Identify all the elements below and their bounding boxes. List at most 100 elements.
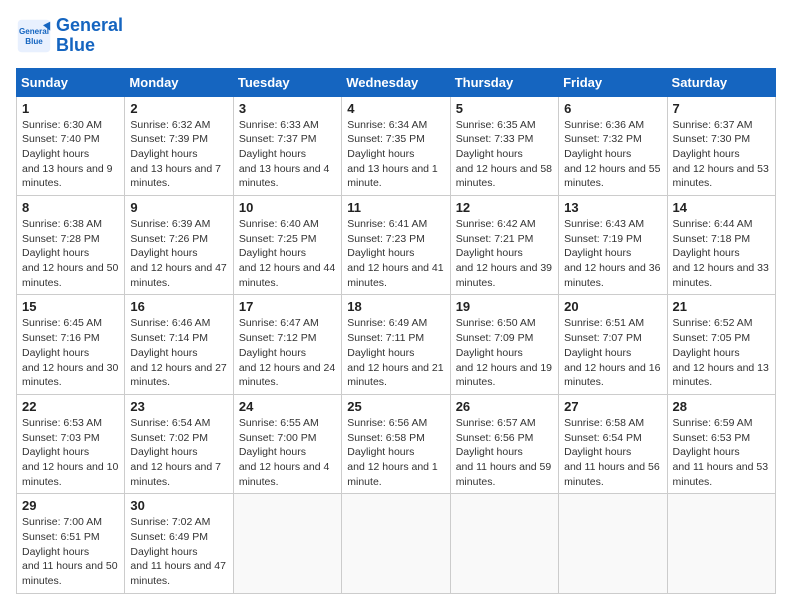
- day-detail: Sunrise: 6:40 AMSunset: 7:25 PMDaylight …: [239, 217, 336, 290]
- day-detail: Sunrise: 6:44 AMSunset: 7:18 PMDaylight …: [673, 217, 770, 290]
- calendar-cell: [450, 494, 558, 593]
- day-number: 16: [130, 299, 227, 314]
- day-detail: Sunrise: 6:52 AMSunset: 7:05 PMDaylight …: [673, 316, 770, 389]
- logo-text-line2: Blue: [56, 36, 123, 56]
- logo-icon: General Blue: [16, 18, 52, 54]
- day-number: 24: [239, 399, 336, 414]
- calendar-cell: 2 Sunrise: 6:32 AMSunset: 7:39 PMDayligh…: [125, 96, 233, 195]
- day-detail: Sunrise: 6:37 AMSunset: 7:30 PMDaylight …: [673, 118, 770, 191]
- day-number: 12: [456, 200, 553, 215]
- day-detail: Sunrise: 6:55 AMSunset: 7:00 PMDaylight …: [239, 416, 336, 489]
- day-number: 30: [130, 498, 227, 513]
- page-header: General Blue General Blue: [16, 16, 776, 56]
- day-detail: Sunrise: 6:49 AMSunset: 7:11 PMDaylight …: [347, 316, 444, 389]
- calendar-cell: [559, 494, 667, 593]
- day-detail: Sunrise: 6:41 AMSunset: 7:23 PMDaylight …: [347, 217, 444, 290]
- day-number: 7: [673, 101, 770, 116]
- day-detail: Sunrise: 6:50 AMSunset: 7:09 PMDaylight …: [456, 316, 553, 389]
- day-number: 5: [456, 101, 553, 116]
- day-number: 20: [564, 299, 661, 314]
- day-detail: Sunrise: 6:38 AMSunset: 7:28 PMDaylight …: [22, 217, 119, 290]
- day-detail: Sunrise: 6:45 AMSunset: 7:16 PMDaylight …: [22, 316, 119, 389]
- day-number: 25: [347, 399, 444, 414]
- day-number: 10: [239, 200, 336, 215]
- day-detail: Sunrise: 6:53 AMSunset: 7:03 PMDaylight …: [22, 416, 119, 489]
- svg-text:Blue: Blue: [25, 37, 43, 46]
- day-number: 15: [22, 299, 119, 314]
- calendar-cell: 10 Sunrise: 6:40 AMSunset: 7:25 PMDaylig…: [233, 196, 341, 295]
- day-detail: Sunrise: 6:32 AMSunset: 7:39 PMDaylight …: [130, 118, 227, 191]
- day-detail: Sunrise: 6:42 AMSunset: 7:21 PMDaylight …: [456, 217, 553, 290]
- day-number: 28: [673, 399, 770, 414]
- calendar-cell: 6 Sunrise: 6:36 AMSunset: 7:32 PMDayligh…: [559, 96, 667, 195]
- day-number: 27: [564, 399, 661, 414]
- day-detail: Sunrise: 6:57 AMSunset: 6:56 PMDaylight …: [456, 416, 553, 489]
- day-detail: Sunrise: 7:02 AMSunset: 6:49 PMDaylight …: [130, 515, 227, 588]
- week-row-2: 8 Sunrise: 6:38 AMSunset: 7:28 PMDayligh…: [17, 196, 776, 295]
- day-detail: Sunrise: 6:35 AMSunset: 7:33 PMDaylight …: [456, 118, 553, 191]
- day-detail: Sunrise: 6:56 AMSunset: 6:58 PMDaylight …: [347, 416, 444, 489]
- calendar-cell: 25 Sunrise: 6:56 AMSunset: 6:58 PMDaylig…: [342, 394, 450, 493]
- day-number: 17: [239, 299, 336, 314]
- calendar-cell: 8 Sunrise: 6:38 AMSunset: 7:28 PMDayligh…: [17, 196, 125, 295]
- calendar-cell: 1 Sunrise: 6:30 AMSunset: 7:40 PMDayligh…: [17, 96, 125, 195]
- calendar-cell: [667, 494, 775, 593]
- day-number: 1: [22, 101, 119, 116]
- day-detail: Sunrise: 6:59 AMSunset: 6:53 PMDaylight …: [673, 416, 770, 489]
- day-number: 9: [130, 200, 227, 215]
- calendar-cell: 24 Sunrise: 6:55 AMSunset: 7:00 PMDaylig…: [233, 394, 341, 493]
- calendar-body: 1 Sunrise: 6:30 AMSunset: 7:40 PMDayligh…: [17, 96, 776, 593]
- calendar-cell: 28 Sunrise: 6:59 AMSunset: 6:53 PMDaylig…: [667, 394, 775, 493]
- day-detail: Sunrise: 6:43 AMSunset: 7:19 PMDaylight …: [564, 217, 661, 290]
- day-detail: Sunrise: 6:33 AMSunset: 7:37 PMDaylight …: [239, 118, 336, 191]
- day-number: 23: [130, 399, 227, 414]
- calendar-table: SundayMondayTuesdayWednesdayThursdayFrid…: [16, 68, 776, 594]
- calendar-cell: 20 Sunrise: 6:51 AMSunset: 7:07 PMDaylig…: [559, 295, 667, 394]
- calendar-cell: 5 Sunrise: 6:35 AMSunset: 7:33 PMDayligh…: [450, 96, 558, 195]
- week-row-1: 1 Sunrise: 6:30 AMSunset: 7:40 PMDayligh…: [17, 96, 776, 195]
- day-number: 19: [456, 299, 553, 314]
- header-row: SundayMondayTuesdayWednesdayThursdayFrid…: [17, 68, 776, 96]
- week-row-3: 15 Sunrise: 6:45 AMSunset: 7:16 PMDaylig…: [17, 295, 776, 394]
- calendar-cell: 7 Sunrise: 6:37 AMSunset: 7:30 PMDayligh…: [667, 96, 775, 195]
- day-number: 8: [22, 200, 119, 215]
- day-number: 21: [673, 299, 770, 314]
- day-number: 13: [564, 200, 661, 215]
- calendar-cell: 30 Sunrise: 7:02 AMSunset: 6:49 PMDaylig…: [125, 494, 233, 593]
- calendar-cell: 15 Sunrise: 6:45 AMSunset: 7:16 PMDaylig…: [17, 295, 125, 394]
- day-detail: Sunrise: 6:36 AMSunset: 7:32 PMDaylight …: [564, 118, 661, 191]
- calendar-cell: 13 Sunrise: 6:43 AMSunset: 7:19 PMDaylig…: [559, 196, 667, 295]
- day-number: 29: [22, 498, 119, 513]
- calendar-cell: 22 Sunrise: 6:53 AMSunset: 7:03 PMDaylig…: [17, 394, 125, 493]
- day-number: 11: [347, 200, 444, 215]
- calendar-cell: 17 Sunrise: 6:47 AMSunset: 7:12 PMDaylig…: [233, 295, 341, 394]
- calendar-cell: 18 Sunrise: 6:49 AMSunset: 7:11 PMDaylig…: [342, 295, 450, 394]
- col-header-wednesday: Wednesday: [342, 68, 450, 96]
- day-detail: Sunrise: 6:51 AMSunset: 7:07 PMDaylight …: [564, 316, 661, 389]
- day-number: 4: [347, 101, 444, 116]
- calendar-cell: 16 Sunrise: 6:46 AMSunset: 7:14 PMDaylig…: [125, 295, 233, 394]
- svg-text:General: General: [19, 27, 49, 36]
- calendar-cell: [233, 494, 341, 593]
- calendar-header: SundayMondayTuesdayWednesdayThursdayFrid…: [17, 68, 776, 96]
- day-detail: Sunrise: 7:00 AMSunset: 6:51 PMDaylight …: [22, 515, 119, 588]
- day-detail: Sunrise: 6:47 AMSunset: 7:12 PMDaylight …: [239, 316, 336, 389]
- logo-text-line1: General: [56, 16, 123, 36]
- week-row-5: 29 Sunrise: 7:00 AMSunset: 6:51 PMDaylig…: [17, 494, 776, 593]
- day-detail: Sunrise: 6:39 AMSunset: 7:26 PMDaylight …: [130, 217, 227, 290]
- col-header-friday: Friday: [559, 68, 667, 96]
- calendar-cell: 12 Sunrise: 6:42 AMSunset: 7:21 PMDaylig…: [450, 196, 558, 295]
- day-number: 18: [347, 299, 444, 314]
- calendar-cell: [342, 494, 450, 593]
- calendar-cell: 14 Sunrise: 6:44 AMSunset: 7:18 PMDaylig…: [667, 196, 775, 295]
- day-number: 14: [673, 200, 770, 215]
- day-number: 26: [456, 399, 553, 414]
- col-header-sunday: Sunday: [17, 68, 125, 96]
- calendar-cell: 4 Sunrise: 6:34 AMSunset: 7:35 PMDayligh…: [342, 96, 450, 195]
- day-detail: Sunrise: 6:54 AMSunset: 7:02 PMDaylight …: [130, 416, 227, 489]
- calendar-cell: 21 Sunrise: 6:52 AMSunset: 7:05 PMDaylig…: [667, 295, 775, 394]
- day-number: 22: [22, 399, 119, 414]
- day-number: 6: [564, 101, 661, 116]
- day-number: 2: [130, 101, 227, 116]
- day-number: 3: [239, 101, 336, 116]
